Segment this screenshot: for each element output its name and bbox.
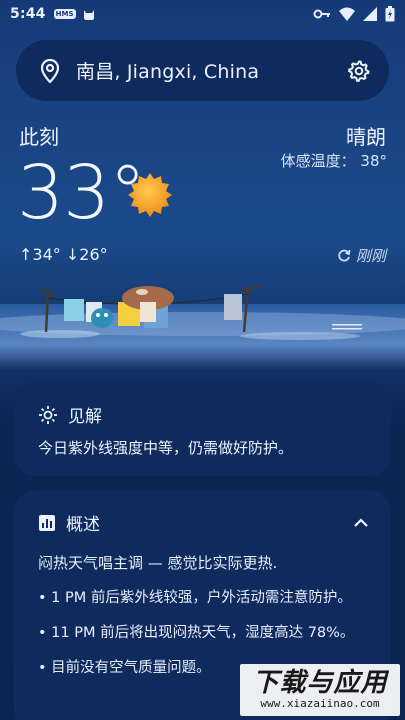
current-label: 此刻 xyxy=(19,125,59,149)
watermark-logo: 下载与应用 xyxy=(252,668,388,698)
status-left-icons: HMS xyxy=(53,7,96,21)
wifi-icon xyxy=(339,7,355,21)
bar-chart-icon xyxy=(39,514,55,531)
overview-item: 11 PM 前后将出现闷热天气，湿度高达 78%。 xyxy=(38,622,368,645)
watermark: 下载与应用 www.xiazaiinao.com xyxy=(240,664,400,716)
collapse-button[interactable] xyxy=(353,517,369,528)
overview-title: 概述 xyxy=(66,515,100,535)
chevron-up-icon xyxy=(354,517,368,527)
key-icon xyxy=(313,9,330,19)
battery-icon xyxy=(385,6,395,22)
refresh-icon xyxy=(338,249,351,261)
watermark-url: www.xiazaiinao.com xyxy=(260,697,380,710)
overview-intro: 闷热天气唱主调 — 感觉比实际更热. xyxy=(38,554,278,572)
insight-card: 见解 今日紫外线强度中等，仍需做好防护。 xyxy=(14,382,391,476)
insight-title: 见解 xyxy=(68,407,102,427)
location-search-bar[interactable]: 南昌, Jiangxi, China xyxy=(16,40,389,101)
condition-label: 晴朗 xyxy=(346,125,386,149)
sun-outline-icon xyxy=(39,405,57,424)
hms-icon: HMS xyxy=(53,9,76,19)
sunny-icon xyxy=(128,173,172,217)
weather-illustration xyxy=(0,285,405,372)
gear-icon xyxy=(348,59,370,82)
signal-icon xyxy=(363,7,377,21)
status-time: 5:44 xyxy=(10,6,46,22)
feels-like-temperature: 体感温度： 38° xyxy=(280,152,387,170)
insight-text: 今日紫外线强度中等，仍需做好防护。 xyxy=(38,439,294,457)
settings-button[interactable] xyxy=(347,59,371,83)
location-pin-icon xyxy=(40,58,60,83)
overview-item: 1 PM 前后紫外线较强，户外活动需注意防护。 xyxy=(38,587,368,610)
status-bar: 5:44 HMS xyxy=(0,0,405,28)
location-text[interactable]: 南昌, Jiangxi, China xyxy=(76,57,259,84)
cat-icon xyxy=(83,10,94,20)
status-right-icons xyxy=(313,6,395,22)
